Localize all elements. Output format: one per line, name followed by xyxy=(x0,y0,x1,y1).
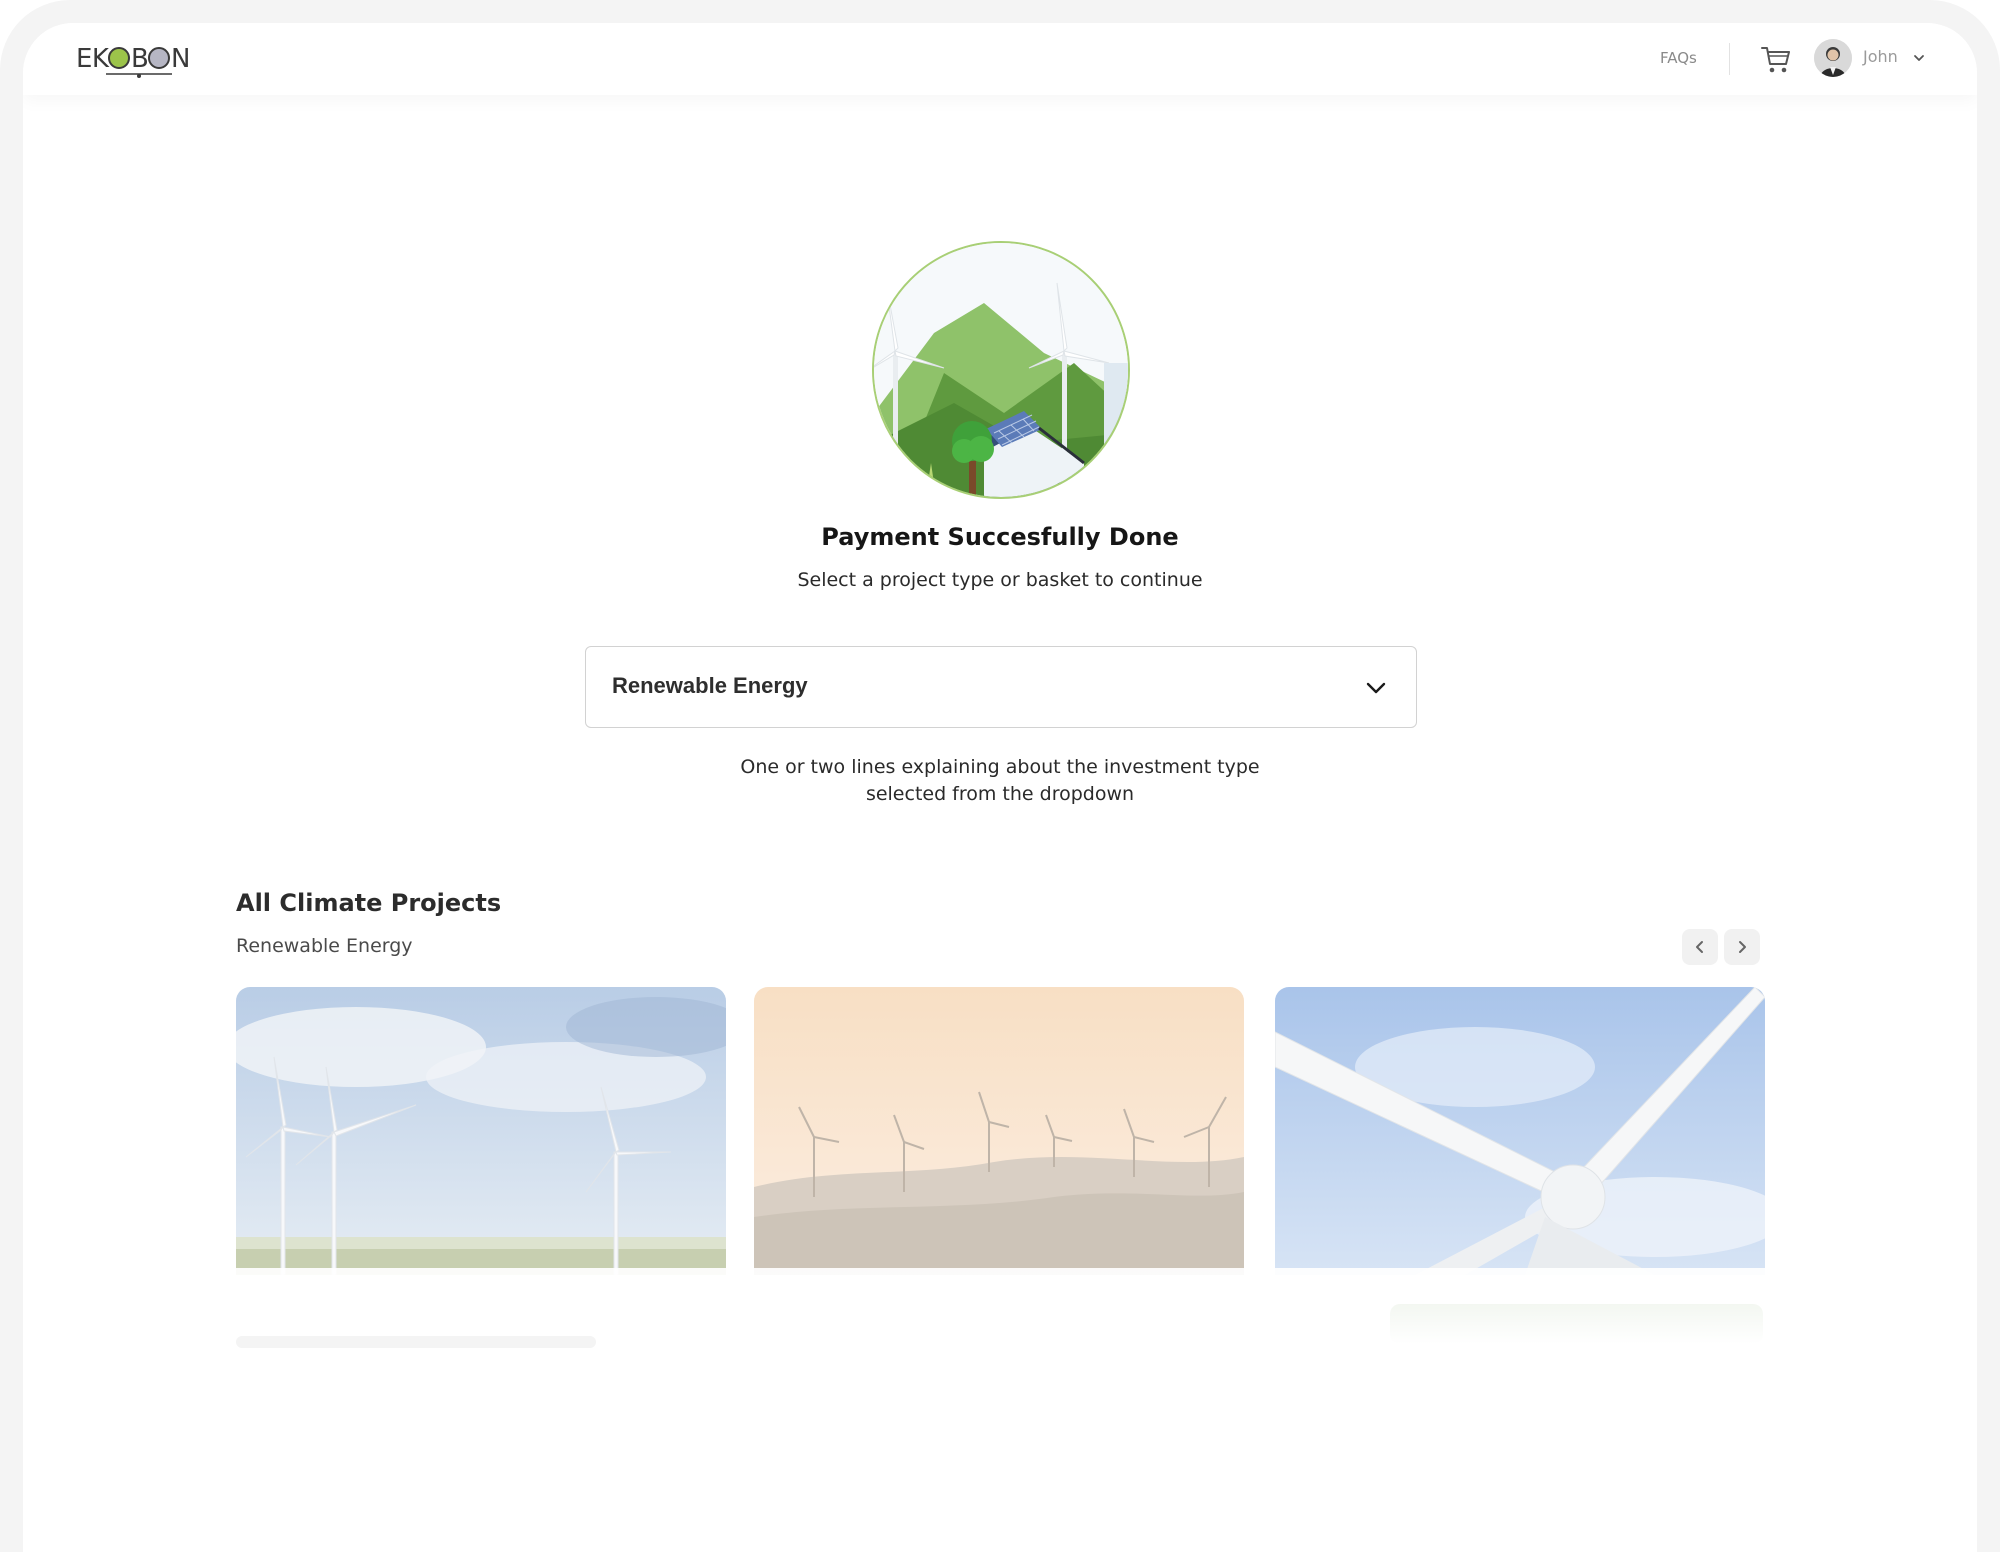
section-category: Renewable Energy xyxy=(236,935,413,957)
user-name[interactable]: John xyxy=(1863,47,1898,66)
chevron-down-icon xyxy=(1366,682,1386,694)
chevron-right-icon xyxy=(1739,941,1746,953)
project-card[interactable] xyxy=(754,987,1244,1275)
project-card[interactable] xyxy=(236,987,726,1275)
user-avatar[interactable] xyxy=(1814,39,1852,77)
payment-success-title: Payment Succesfully Done xyxy=(821,523,1179,551)
faded-badge-placeholder xyxy=(1390,1304,1763,1344)
nav-divider xyxy=(1729,43,1730,75)
sunset-wind-farm-image xyxy=(754,987,1244,1275)
investment-type-description: One or two lines explaining about the in… xyxy=(740,756,1260,805)
faqs-link[interactable]: FAQs xyxy=(1660,49,1697,67)
chevron-down-icon[interactable] xyxy=(1912,51,1926,65)
svg-text:B: B xyxy=(131,44,148,74)
screen: EK B N FAQs John Payment Succesfully Don… xyxy=(23,23,1977,1552)
section-title: All Climate Projects xyxy=(236,889,502,917)
user-avatar-icon xyxy=(1814,39,1852,77)
top-navbar: EK B N FAQs John xyxy=(23,23,1977,95)
device-frame: EK B N FAQs John Payment Succesfully Don… xyxy=(0,0,2000,1552)
shopping-cart-icon[interactable] xyxy=(1759,42,1793,76)
payment-success-subtitle: Select a project type or basket to conti… xyxy=(797,569,1203,591)
faded-text-placeholder xyxy=(236,1336,596,1348)
renewable-landscape-icon xyxy=(874,243,1128,497)
project-type-dropdown[interactable]: Renewable Energy xyxy=(585,646,1417,728)
project-card[interactable] xyxy=(1275,987,1765,1275)
carousel-next-button[interactable] xyxy=(1724,929,1760,965)
turbine-closeup-image xyxy=(1275,987,1765,1275)
svg-text:EK: EK xyxy=(76,44,110,74)
brand-logo[interactable]: EK B N xyxy=(76,39,196,79)
success-illustration xyxy=(872,241,1130,499)
carousel-prev-button[interactable] xyxy=(1682,929,1718,965)
svg-text:N: N xyxy=(171,44,190,74)
ekobon-logo-icon: EK B N xyxy=(76,44,190,78)
chevron-left-icon xyxy=(1696,941,1703,953)
wind-farm-image xyxy=(236,987,726,1275)
dropdown-selected-value: Renewable Energy xyxy=(612,673,808,698)
